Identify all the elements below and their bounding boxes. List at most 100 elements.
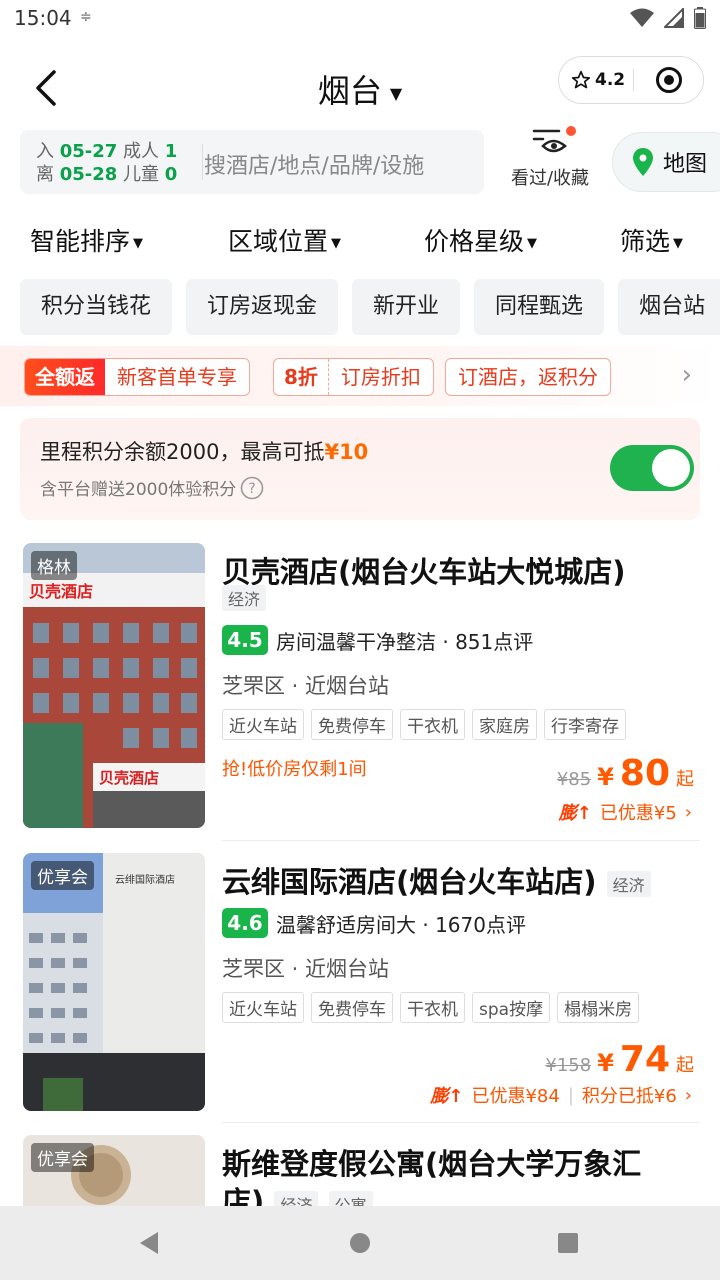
discount-row[interactable]: 膨↑ 已优惠¥5 ›	[559, 799, 692, 825]
chip-selected[interactable]: 同程甄选	[474, 279, 605, 335]
review-summary: 温馨舒适房间大 · 1670点评	[276, 912, 526, 937]
rating-value: 4.2	[595, 70, 626, 90]
svg-text:云绯国际酒店: 云绯国际酒店	[115, 873, 175, 886]
card-divider	[222, 1122, 700, 1123]
search-divider	[202, 144, 203, 180]
brand-badge: 优享会	[31, 861, 94, 890]
hotel-name: 斯维登度假公寓(烟台大学万象汇	[222, 1147, 642, 1181]
category-badge: 经济	[606, 871, 651, 897]
sort-filter[interactable]: 筛选 ▼	[620, 222, 683, 258]
chip-new-open[interactable]: 新开业	[352, 279, 461, 335]
feature-tag: 近火车站	[222, 709, 304, 740]
sort-area[interactable]: 区域位置 ▼	[228, 222, 341, 258]
separator: |	[567, 1084, 574, 1106]
nav-back-icon[interactable]	[138, 1231, 160, 1255]
current-price: 80	[619, 753, 670, 794]
feature-tag: 干衣机	[400, 709, 465, 740]
sort-smart[interactable]: 智能排序 ▼	[30, 222, 143, 258]
review-summary: 房间温馨干净整洁 · 851点评	[276, 629, 534, 654]
score-badge: 4.6	[222, 908, 268, 938]
favorites-label: 看过/收藏	[510, 168, 590, 189]
hotel-name-row: 云绯国际酒店(烟台火车站店) 经济	[222, 859, 651, 901]
chip-station[interactable]: 烟台站	[618, 279, 720, 335]
promo-tag-discount[interactable]: 8折 订房折扣	[273, 358, 434, 396]
hotel-building-image: 贝壳酒店 贝壳酒店	[23, 543, 205, 828]
rating-row: 4.5 房间温馨干净整洁 · 851点评	[222, 625, 533, 655]
original-price: ¥85	[556, 769, 592, 790]
close-miniapp-button[interactable]	[634, 66, 703, 94]
hotel-photo[interactable]: 云绯国际酒店 优享会	[23, 853, 205, 1111]
hotel-name: 贝壳酒店(烟台火车站大悦城店)	[222, 555, 626, 589]
status-bar: 15:04 ≑	[0, 0, 720, 40]
promo-strip[interactable]: 全额返 新客首单专享 8折 订房折扣 订酒店，返积分 ›	[0, 346, 720, 406]
caret-down-icon: ▼	[389, 83, 403, 103]
mileage-points-card: 里程积分余额2000，最高可抵¥10 含平台赠送2000体验积分 ?	[20, 418, 700, 520]
promo-tag-points[interactable]: 订酒店，返积分	[445, 358, 611, 396]
caret-down-icon: ▼	[673, 235, 684, 251]
mileage-amount: ¥10	[324, 440, 369, 464]
boost-badge: 膨↑	[430, 1086, 464, 1107]
nav-home-icon[interactable]	[349, 1232, 371, 1254]
svg-text:?: ?	[249, 481, 256, 497]
star-icon	[571, 70, 591, 89]
price-from-label: 起	[676, 1055, 694, 1076]
chevron-right-icon: ›	[684, 1084, 692, 1106]
checkout-label: 离	[36, 164, 54, 185]
notification-dot	[566, 126, 576, 136]
category-badge: 经济	[222, 585, 267, 611]
nav-recents-icon[interactable]	[557, 1232, 579, 1254]
rating-button[interactable]: 4.2	[559, 70, 633, 90]
sort-price-star[interactable]: 价格星级 ▼	[424, 222, 537, 258]
chip-cashback[interactable]: 订房返现金	[186, 279, 339, 335]
eye-filter-icon	[532, 129, 567, 153]
price-from-label: 起	[676, 769, 694, 790]
checkin-date: 05-27	[59, 141, 118, 162]
chevron-right-icon: ›	[684, 801, 692, 823]
original-price: ¥158	[545, 1055, 592, 1076]
promo-tag-text: 订房折扣	[340, 365, 421, 389]
boost-badge: 膨↑	[558, 803, 592, 824]
status-icons	[630, 7, 706, 29]
caret-down-icon: ▼	[527, 235, 538, 251]
promo-tag-badge: 8折	[274, 359, 329, 395]
child-label: 儿童	[123, 164, 160, 185]
search-input[interactable]: 搜酒店/地点/品牌/设施	[204, 148, 424, 180]
mileage-balance: 里程积分余额2000，最高可抵¥10	[40, 436, 368, 466]
discount-row[interactable]: 膨↑ 已优惠¥84 | 积分已抵¥6 ›	[430, 1082, 692, 1108]
mileage-note-text: 含平台赠送2000体验积分	[40, 480, 237, 500]
feature-tag: spa按摩	[472, 992, 551, 1023]
hotel-photo[interactable]: 优享会	[23, 1135, 205, 1206]
chip-points[interactable]: 积分当钱花	[20, 279, 173, 335]
date-guest-selector[interactable]: 入 05-27 成人 1 离 05-28 儿童 0	[36, 140, 177, 186]
caret-down-icon: ▼	[331, 235, 342, 251]
hotel-name: 云绯国际酒店(烟台火车站店)	[222, 865, 597, 899]
feature-tag: 免费停车	[311, 992, 393, 1023]
svg-text:贝壳酒店: 贝壳酒店	[99, 769, 159, 787]
brand-badge: 格林	[31, 551, 77, 580]
feature-tag: 行李寄存	[544, 709, 626, 740]
score-badge: 4.5	[222, 625, 268, 655]
promo-tag-text: 新客首单专享	[117, 365, 237, 389]
checkin-label: 入	[36, 141, 54, 162]
map-button[interactable]: 地图	[612, 132, 720, 192]
promo-tag-full-refund[interactable]: 全额返 新客首单专享	[24, 358, 250, 396]
feature-tag: 免费停车	[311, 709, 393, 740]
map-label: 地图	[663, 152, 708, 177]
brand-badge: 优享会	[31, 1143, 94, 1172]
sort-label: 价格星级	[424, 227, 525, 256]
rating-row: 4.6 温馨舒适房间大 · 1670点评	[222, 908, 526, 938]
promo-tag-badge: 全额返	[25, 359, 105, 395]
wifi-icon	[630, 8, 654, 27]
system-nav-bar	[0, 1206, 720, 1280]
help-icon[interactable]: ?	[240, 476, 264, 500]
city-name: 烟台	[317, 72, 382, 110]
hotel-photo[interactable]: 贝壳酒店 贝壳酒店 格林	[23, 543, 205, 828]
chevron-right-icon[interactable]: ›	[682, 360, 692, 390]
sort-label: 筛选	[620, 227, 671, 256]
favorites-button[interactable]: 看过/收藏	[504, 126, 596, 190]
price-block: ¥158 ¥74 起	[545, 1039, 694, 1080]
search-box[interactable]: 入 05-27 成人 1 离 05-28 儿童 0 搜酒店/地点/品牌/设施	[20, 130, 484, 194]
points-toggle[interactable]	[610, 445, 694, 491]
promo-tag-text: 订酒店，返积分	[458, 365, 598, 389]
hotel-tags: 近火车站 免费停车 干衣机 家庭房 行李寄存	[222, 709, 626, 740]
